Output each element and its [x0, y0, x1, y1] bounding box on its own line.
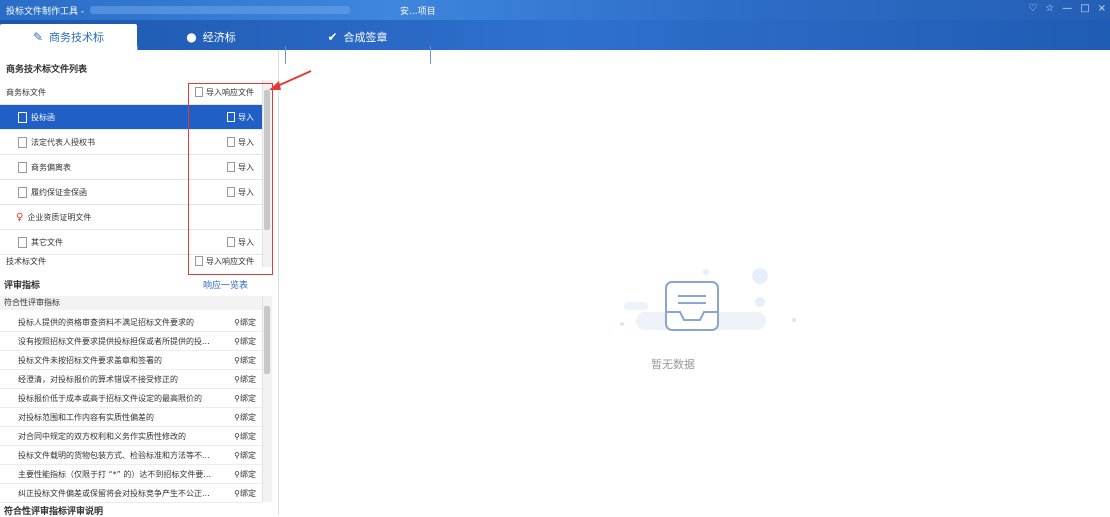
app-title: 投标文件制作工具 - [6, 7, 85, 17]
document-icon [18, 186, 27, 198]
tab-label: 合成签章 [343, 31, 388, 44]
bind-button[interactable]: ⚲绑定 [234, 488, 256, 499]
certificate-icon: ♀ [16, 211, 24, 223]
arrow-icon [269, 70, 312, 90]
table-row[interactable]: 投标报价低于成本或高于招标文件设定的最高限价的 ⚲绑定 [0, 389, 262, 408]
document-icon [18, 111, 27, 123]
minimize-button[interactable]: — [1062, 3, 1072, 14]
file-list-title: 商务技术标文件列表 [6, 65, 88, 75]
tab-signature[interactable]: ✔ 合成签章 [285, 24, 430, 50]
bind-button[interactable]: ⚲绑定 [234, 336, 256, 347]
yen-circle-icon: ● [186, 30, 197, 44]
table-row[interactable]: 经澄清，对投标报价的算术错误不接受修正的 ⚲绑定 [0, 370, 262, 389]
empty-state-text: 暂无数据 [651, 358, 695, 371]
bind-button[interactable]: ⚲绑定 [234, 412, 256, 423]
tab-label: 商务技术标 [49, 31, 105, 44]
document-icon [18, 161, 27, 173]
empty-inbox-icon [620, 268, 796, 331]
check-circle-icon: ✔ [327, 30, 338, 44]
tab-bar: ✎ 商务技术标 ● 经济标 ✔ 合成签章 [0, 20, 1110, 64]
table-row[interactable]: 投标文件未按招标文件要求盖章和签署的 ⚲绑定 [0, 351, 262, 370]
bind-button[interactable]: ⚲绑定 [234, 431, 256, 442]
blurred-project-name [90, 6, 350, 14]
table-row[interactable]: 投标人提供的资格审查资料不满足招标文件要求的 ⚲绑定 [0, 313, 262, 332]
document-icon [18, 136, 27, 148]
bind-button[interactable]: ⚲绑定 [234, 317, 256, 328]
table-row[interactable]: 对合同中规定的双方权利和义务作实质性修改的 ⚲绑定 [0, 427, 262, 446]
tab-commercial-technical[interactable]: ✎ 商务技术标 [0, 24, 137, 50]
response-overview-link[interactable]: 响应一览表 [203, 278, 248, 291]
title-bar: 投标文件制作工具 - 安...项目 ♡ ☆ — □ × [0, 0, 1110, 20]
bind-button[interactable]: ⚲绑定 [234, 374, 256, 385]
document-icon [18, 236, 27, 248]
tab-economic[interactable]: ● 经济标 [137, 24, 285, 50]
project-name: 安...项目 [400, 7, 436, 17]
tab-label: 经济标 [202, 31, 236, 44]
group-label: 商务标文件 [6, 87, 46, 97]
pin-icon[interactable]: ☆ [1045, 3, 1054, 14]
maximize-button[interactable]: □ [1080, 3, 1089, 14]
table-row[interactable]: 对投标范围和工作内容有实质性偏差的 ⚲绑定 [0, 408, 262, 427]
skin-icon[interactable]: ♡ [1028, 3, 1037, 14]
table-row[interactable]: 主要性能指标（仅限于打 “*” 的）达不到招标文件要... ⚲绑定 [0, 465, 262, 484]
bind-button[interactable]: ⚲绑定 [234, 355, 256, 366]
highlight-box [188, 83, 273, 275]
scrollbar-thumb[interactable] [264, 306, 270, 374]
table-row[interactable]: 投标文件载明的货物包装方式、检验标准和方法等不... ⚲绑定 [0, 446, 262, 465]
table-row[interactable]: 纠正投标文件偏差或保留将会对投标竞争产生不公正... ⚲绑定 [0, 484, 262, 503]
indicator-scrollbar[interactable] [262, 296, 272, 502]
bind-button[interactable]: ⚲绑定 [234, 469, 256, 480]
bind-button[interactable]: ⚲绑定 [234, 450, 256, 461]
window-controls: ♡ ☆ — □ × [1028, 3, 1106, 14]
indicator-description-title: 符合性评审指标评审说明 [4, 507, 104, 517]
table-row[interactable]: 没有按照招标文件要求提供投标担保或者所提供的投... ⚲绑定 [0, 332, 262, 351]
indicator-header: 评审指标 响应一览表 [0, 278, 278, 292]
indicator-title: 评审指标 [4, 281, 41, 291]
tab-divider [430, 46, 431, 64]
close-button[interactable]: × [1098, 3, 1106, 14]
bind-button[interactable]: ⚲绑定 [234, 393, 256, 404]
indicator-group[interactable]: 符合性评审指标 [0, 296, 262, 310]
edit-icon: ✎ [32, 30, 44, 44]
